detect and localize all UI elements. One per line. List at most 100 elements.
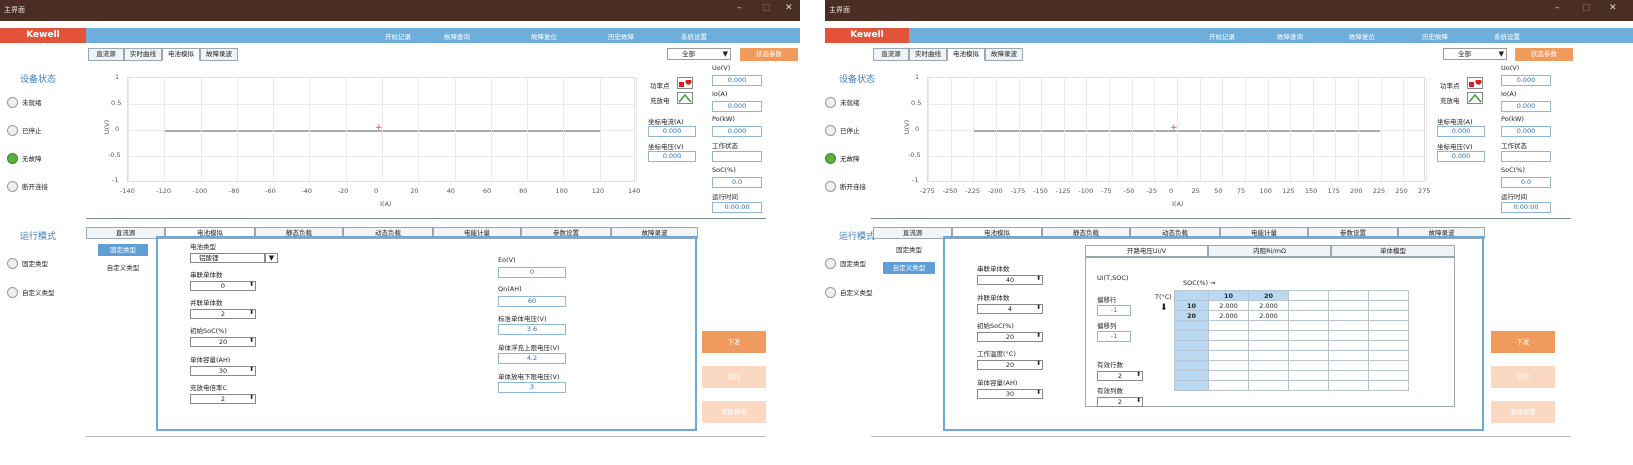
menu-history-fault[interactable]: 历史故障 [1422, 31, 1448, 41]
menu-fault-query[interactable]: 故障查询 [444, 31, 470, 41]
x-axis-label: I(A) [380, 200, 392, 208]
menu-start-record[interactable]: 开始记录 [1209, 31, 1235, 41]
run-button[interactable]: 运行 [1491, 366, 1555, 388]
tab-ocv[interactable]: 开路电压Ui/V [1085, 245, 1208, 257]
send-button[interactable]: 下发 [702, 331, 766, 353]
stepper-arrows-icon[interactable]: ⬍ [1036, 304, 1041, 312]
series-stepper[interactable]: 0 ⬍ [190, 281, 256, 291]
coord-current-label: 坐标电流(A) [1437, 118, 1473, 126]
run-button[interactable]: 运行 [702, 366, 766, 388]
tab-battery-sim[interactable]: 电池模拟 [947, 48, 985, 61]
tab-dc-source[interactable]: 直流源 [88, 48, 124, 61]
power-point-icon[interactable] [677, 77, 693, 89]
mode-custom[interactable]: 自定义类型 [7, 287, 55, 299]
table-cell[interactable]: 2.000 [1248, 310, 1289, 321]
charge-curve-icon[interactable] [677, 92, 693, 104]
menu-fault-query[interactable]: 故障查询 [1277, 31, 1303, 41]
io-value: 0.000 [1501, 101, 1551, 112]
menu-system-settings[interactable]: 系统设置 [681, 31, 707, 41]
col-offset-value[interactable]: -1 [1097, 331, 1131, 342]
status-stopped: 已停止 [7, 125, 42, 137]
clear-alarm-button[interactable]: 清除报警 [1491, 401, 1555, 423]
power-point-icon[interactable] [1467, 77, 1483, 89]
temp-label: 工作温度(°C) [977, 350, 1016, 358]
status-params-button[interactable]: 状态参数 [1515, 48, 1573, 61]
stepper-arrows-icon[interactable]: ⬍ [249, 309, 254, 317]
menu-fault-reset[interactable]: 故障复位 [1349, 31, 1375, 41]
title-bar: 主界面 – □ ✕ [0, 0, 800, 21]
send-button[interactable]: 下发 [1491, 331, 1555, 353]
stepper-arrows-icon[interactable]: ⬍ [249, 366, 254, 374]
radio-icon[interactable] [825, 287, 836, 298]
stepper-arrows-icon[interactable]: ⬍ [1136, 371, 1141, 379]
filter-dropdown[interactable]: 全部 ▼ [1443, 48, 1507, 60]
stepper-arrows-icon[interactable]: ⬍ [249, 394, 254, 402]
stepper-arrows-icon[interactable]: ⬍ [1036, 389, 1041, 397]
subtab-fixed-type[interactable]: 固定类型 [98, 244, 148, 256]
tab-dc-source[interactable]: 直流源 [86, 227, 165, 239]
close-icon[interactable]: ✕ [1609, 3, 1617, 13]
parallel-stepper[interactable]: 4 ⬍ [977, 304, 1043, 314]
stepper-arrows-icon[interactable]: ⬍ [249, 281, 254, 289]
stepper-arrows-icon[interactable]: ⬍ [249, 337, 254, 345]
subtab-custom-type[interactable]: 自定义类型 [98, 262, 148, 274]
stepper-arrows-icon[interactable]: ⬍ [1036, 275, 1041, 283]
capacity-stepper[interactable]: 30 ⬍ [190, 366, 256, 376]
maximize-icon[interactable]: □ [762, 3, 771, 13]
table-cell[interactable]: 2.000 [1208, 300, 1249, 311]
tab-dc-source[interactable]: 直流源 [873, 48, 909, 61]
status-params-button[interactable]: 状态参数 [740, 48, 798, 61]
subtab-custom-type[interactable]: 自定义类型 [883, 262, 935, 274]
valid-cols-stepper[interactable]: 2 ⬍ [1097, 397, 1143, 407]
clear-alarm-button[interactable]: 清除报警 [702, 401, 766, 423]
series-stepper[interactable]: 40 ⬍ [977, 275, 1043, 285]
subtab-fixed-type[interactable]: 固定类型 [883, 244, 935, 256]
tab-battery-sim[interactable]: 电池模拟 [162, 48, 200, 61]
parallel-stepper[interactable]: 2 ⬍ [190, 309, 256, 319]
stepper-arrows-icon[interactable]: ⬍ [1136, 397, 1141, 405]
io-value: 0.000 [712, 101, 762, 112]
tab-fault-record[interactable]: 故障录波 [985, 48, 1023, 61]
stepper-arrows-icon[interactable]: ⬍ [1036, 360, 1041, 368]
menu-start-record[interactable]: 开始记录 [385, 31, 411, 41]
filter-dropdown[interactable]: 全部 ▼ [667, 48, 731, 60]
chevron-down-icon[interactable]: ▼ [265, 253, 278, 263]
init-soc-stepper[interactable]: 20 ⬍ [977, 332, 1043, 342]
status-not-ready: 未就绪 [7, 97, 42, 109]
charge-curve-icon[interactable] [1467, 92, 1483, 104]
table-cell[interactable]: 2.000 [1208, 310, 1249, 321]
stepper-arrows-icon[interactable]: ⬍ [1036, 332, 1041, 340]
x-tick: -80 [228, 187, 240, 195]
temp-stepper[interactable]: 20 ⬍ [977, 360, 1043, 370]
mode-fixed[interactable]: 固定类型 [7, 258, 48, 270]
indicator-icon [825, 153, 836, 164]
tab-fault-record[interactable]: 故障录波 [200, 48, 238, 61]
row-offset-value[interactable]: -1 [1097, 305, 1131, 316]
minimize-icon[interactable]: – [737, 3, 742, 13]
tab-dc-source[interactable]: 直流源 [873, 227, 952, 239]
rate-stepper[interactable]: 2 ⬍ [190, 394, 256, 404]
menu-history-fault[interactable]: 历史故障 [608, 31, 634, 41]
capacity-stepper[interactable]: 30 ⬍ [977, 389, 1043, 399]
tab-resistance[interactable]: 内阻Ri/mΩ [1208, 245, 1331, 257]
mode-fixed[interactable]: 固定类型 [825, 258, 866, 270]
menu-system-settings[interactable]: 系统设置 [1494, 31, 1520, 41]
filter-value: 全部 [682, 50, 695, 58]
valid-rows-stepper[interactable]: 2 ⬍ [1097, 371, 1143, 381]
battery-type-select[interactable]: 铝酸锂 ▼ [190, 253, 278, 263]
menu-fault-reset[interactable]: 故障复位 [531, 31, 557, 41]
minimize-icon[interactable]: – [1555, 3, 1560, 13]
init-soc-stepper[interactable]: 20 ⬍ [190, 337, 256, 347]
maximize-icon[interactable]: □ [1582, 3, 1591, 13]
table-cell[interactable]: 2.000 [1248, 300, 1289, 311]
tab-cell-model[interactable]: 单体模型 [1331, 245, 1455, 257]
tab-realtime-curve[interactable]: 实时曲线 [909, 48, 947, 61]
close-icon[interactable]: ✕ [785, 3, 793, 13]
x-tick: 25 [1191, 187, 1200, 195]
ocv-table[interactable]: 10 20 10 2.000 2.000 20 2.000 2.000 [1174, 290, 1409, 391]
radio-icon[interactable] [7, 258, 18, 269]
tab-realtime-curve[interactable]: 实时曲线 [124, 48, 162, 61]
mode-custom[interactable]: 自定义类型 [825, 287, 873, 299]
radio-icon[interactable] [7, 287, 18, 298]
radio-icon[interactable] [825, 258, 836, 269]
